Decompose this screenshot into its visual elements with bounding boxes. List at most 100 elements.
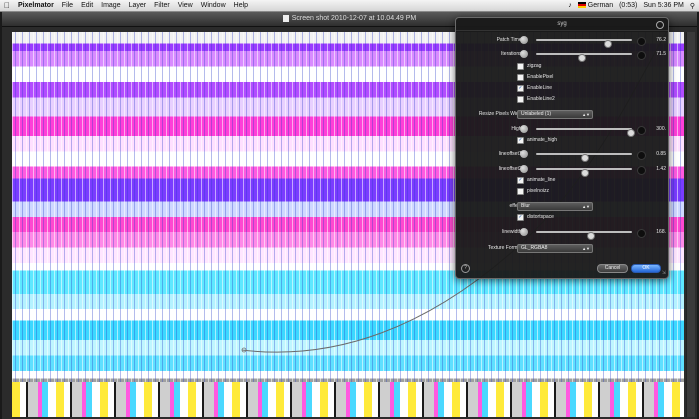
lineoffset1-slider-thumb[interactable] — [581, 154, 589, 162]
input-language[interactable]: German — [577, 2, 613, 9]
lineoffset2-row: lineoffset2: 1.42 — [456, 164, 668, 177]
menu-app-name[interactable]: Pixelmator — [14, 2, 58, 9]
high-row: High: 300. — [456, 124, 668, 137]
dialog-close-icon[interactable] — [656, 21, 664, 29]
apple-menu-icon[interactable]:  — [0, 1, 14, 10]
window-title: Screen shot 2010-12-07 at 10.04.49 PM — [291, 15, 417, 22]
iterations-connector-icon[interactable] — [637, 51, 646, 60]
popup-arrows-icon: ▲▼ — [582, 204, 590, 209]
menu-clock[interactable]: Sun 5:36 PM — [643, 2, 683, 9]
animate-high-checkbox-row[interactable]: ✓ animate_high — [517, 136, 557, 145]
lineoffset1-slider[interactable] — [536, 153, 632, 162]
linewidth-row: linewidth: 168. — [456, 227, 668, 240]
menu-window[interactable]: Window — [197, 2, 230, 9]
ok-button[interactable]: OK — [631, 264, 661, 273]
enable-line-checkbox[interactable]: ✓ — [517, 85, 524, 92]
battery-status[interactable]: (0:53) — [619, 2, 637, 9]
linewidth-knob[interactable] — [520, 228, 528, 236]
lineoffset2-connector-icon[interactable] — [637, 166, 646, 175]
document-icon — [282, 14, 289, 22]
menu-extras: ♪ German (0:53) Sun 5:36 PM ⚲ — [568, 0, 695, 11]
vertical-scrollbar[interactable] — [686, 32, 695, 417]
zigzag-checkbox-row[interactable]: zigzag — [517, 62, 541, 71]
enable-line2-checkbox-row[interactable]: EnableLine2 — [517, 95, 555, 104]
patch-time-connector-icon[interactable] — [637, 37, 646, 46]
animate-high-label: animate_high — [527, 137, 558, 143]
transparent-area — [12, 382, 684, 417]
cancel-button[interactable]: Cancel — [597, 264, 628, 273]
lineoffset2-knob[interactable] — [520, 165, 528, 173]
lineoffset2-slider[interactable] — [536, 168, 632, 177]
lineoffset2-value: 1.42 — [656, 166, 666, 172]
pixelnoise-checkbox-row[interactable]: pixelnoizz — [517, 187, 549, 196]
menu-layer[interactable]: Layer — [125, 2, 151, 9]
animate-line-checkbox[interactable]: ✓ — [517, 177, 524, 184]
enable-line-checkbox-row[interactable]: ✓ EnableLine — [517, 84, 552, 93]
animate-line-checkbox-row[interactable]: ✓ animate_line — [517, 176, 555, 185]
high-knob[interactable] — [520, 125, 528, 133]
pixelnoise-checkbox[interactable] — [517, 188, 524, 195]
help-button[interactable]: ? — [461, 264, 470, 273]
enable-line-label: EnableLine — [527, 85, 553, 91]
patch-time-value: 76.2 — [656, 37, 666, 43]
distortspace-label: distortspace — [527, 214, 554, 220]
high-slider-thumb[interactable] — [627, 129, 636, 137]
resize-pixels-row: Resize Pixels Wide: Unlabeled (1) ▲▼ — [456, 109, 668, 119]
linewidth-connector-icon[interactable] — [637, 229, 646, 238]
animate-line-label: animate_line — [527, 177, 556, 183]
dialog-title: syg — [456, 18, 668, 31]
pixelnoise-label: pixelnoizz — [527, 188, 549, 194]
high-connector-icon[interactable] — [637, 126, 646, 135]
menu-file[interactable]: File — [58, 2, 77, 9]
patch-time-slider-thumb[interactable] — [604, 40, 613, 48]
patch-time-knob[interactable] — [520, 36, 528, 44]
menu-filter[interactable]: Filter — [150, 2, 174, 9]
iterations-slider[interactable] — [536, 53, 632, 62]
high-label: High: — [511, 126, 523, 132]
effect-row: effect: Blur ▲▼ — [456, 201, 668, 211]
lineoffset1-value: 0.85 — [656, 151, 666, 157]
enable-line2-label: EnableLine2 — [527, 96, 555, 102]
menu-edit[interactable]: Edit — [77, 2, 97, 9]
enable-pixel-label: EnablePixel — [527, 74, 554, 80]
resize-grip-icon[interactable]: ⇲ — [662, 270, 666, 276]
lineoffset1-connector-icon[interactable] — [637, 151, 646, 160]
volume-icon[interactable]: ♪ — [568, 2, 572, 9]
menu-bar:  Pixelmator File Edit Image Layer Filte… — [0, 0, 699, 12]
lineoffset1-knob[interactable] — [520, 150, 528, 158]
enable-pixel-checkbox-row[interactable]: EnablePixel — [517, 73, 553, 82]
distortspace-checkbox-row[interactable]: ✓ distortspace — [517, 213, 554, 222]
lineoffset2-slider-thumb[interactable] — [581, 169, 589, 177]
iterations-row: Iterations: 71.5 — [456, 49, 668, 62]
lineoffset1-row: lineoffset1: 0.85 — [456, 149, 668, 162]
patch-time-slider[interactable] — [536, 39, 632, 48]
distortspace-checkbox[interactable]: ✓ — [517, 214, 524, 221]
iterations-slider-thumb[interactable] — [578, 54, 587, 62]
spotlight-icon[interactable]: ⚲ — [690, 2, 695, 10]
iterations-knob[interactable] — [520, 50, 528, 58]
zigzag-checkbox[interactable] — [517, 63, 524, 70]
texture-format-popup[interactable]: GL_RGBA8 ▲▼ — [517, 244, 593, 253]
resize-pixels-popup[interactable]: Unlabeled (1) ▲▼ — [517, 110, 593, 119]
zigzag-label: zigzag — [527, 63, 542, 69]
high-slider[interactable] — [536, 128, 636, 137]
texture-format-row: Texture Format: GL_RGBA8 ▲▼ — [456, 243, 668, 253]
lineoffset2-label: lineoffset2: — [498, 166, 523, 172]
popup-arrows-icon: ▲▼ — [582, 112, 590, 117]
high-value: 300. — [656, 126, 666, 132]
linewidth-slider[interactable] — [536, 231, 632, 240]
animate-high-checkbox[interactable]: ✓ — [517, 137, 524, 144]
effect-popup[interactable]: Blur ▲▼ — [517, 202, 593, 211]
iterations-label: Iterations: — [501, 51, 523, 57]
linewidth-slider-thumb[interactable] — [586, 232, 595, 240]
menu-help[interactable]: Help — [230, 2, 252, 9]
german-flag-icon — [577, 2, 586, 9]
enable-pixel-checkbox[interactable] — [517, 74, 524, 81]
linewidth-label: linewidth: — [502, 229, 523, 235]
menu-view[interactable]: View — [174, 2, 197, 9]
enable-line2-checkbox[interactable] — [517, 96, 524, 103]
iterations-value: 71.5 — [656, 51, 666, 57]
patch-time-label: Patch Time: — [496, 37, 523, 43]
patch-time-row: Patch Time: 76.2 — [456, 35, 668, 48]
menu-image[interactable]: Image — [97, 2, 124, 9]
